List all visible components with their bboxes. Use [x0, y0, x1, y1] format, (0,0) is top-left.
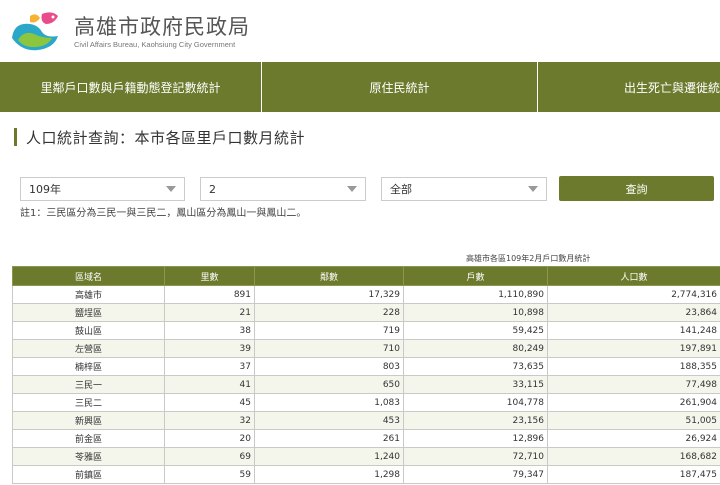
cell-district: 前金區 — [12, 429, 165, 448]
table-header-row: 區域名 里數 鄰數 戶數 人口數 — [12, 266, 720, 286]
cell-population: 23,864 — [547, 303, 720, 322]
cell-households: 59,425 — [403, 321, 548, 340]
year-select-value: 109年 — [29, 183, 61, 196]
cell-households: 104,778 — [403, 393, 548, 412]
cell-villages: 32 — [164, 411, 255, 430]
cell-population: 188,355 — [547, 357, 720, 376]
table-caption: 高雄市各區109年2月戶口數月統計 — [466, 254, 591, 263]
cell-neighborhoods: 453 — [254, 411, 404, 430]
cell-villages: 20 — [164, 429, 255, 448]
cell-population: 168,682 — [547, 447, 720, 466]
cell-households: 10,898 — [403, 303, 548, 322]
cell-villages: 45 — [164, 393, 255, 412]
cell-households: 23,156 — [403, 411, 548, 430]
cell-district: 左營區 — [12, 339, 165, 358]
table-row: 左營區 39 710 80,249 197,891 — [12, 339, 720, 358]
nav-item-household-stats[interactable]: 里鄰戶口數與戶籍動態登記數統計 — [0, 62, 262, 112]
cell-villages: 41 — [164, 375, 255, 394]
table-row: 前鎮區 59 1,298 79,347 187,475 — [12, 465, 720, 484]
table-row: 三民一 41 650 33,115 77,498 — [12, 375, 720, 394]
cell-district: 高雄市 — [12, 285, 165, 304]
table-row: 高雄市 891 17,329 1,110,890 2,774,316 — [12, 285, 720, 304]
month-select-value: 2 — [209, 182, 216, 196]
table-row: 鼓山區 38 719 59,425 141,248 — [12, 321, 720, 340]
cell-villages: 38 — [164, 321, 255, 340]
table-row: 苓雅區 69 1,240 72,710 168,682 — [12, 447, 720, 466]
cell-population: 197,891 — [547, 339, 720, 358]
cell-district: 鹽埕區 — [12, 303, 165, 322]
cell-households: 1,110,890 — [403, 285, 548, 304]
nav-item-indigenous-stats[interactable]: 原住民統計 — [262, 62, 538, 112]
title-accent-bar — [14, 128, 17, 146]
cell-villages: 21 — [164, 303, 255, 322]
cell-district: 前鎮區 — [12, 465, 165, 484]
logo-icon[interactable] — [8, 8, 66, 54]
cell-households: 79,347 — [403, 465, 548, 484]
cell-neighborhoods: 650 — [254, 375, 404, 394]
header-population[interactable]: 人口數 — [547, 266, 720, 286]
cell-neighborhoods: 803 — [254, 357, 404, 376]
month-select[interactable]: 2 — [200, 177, 366, 201]
table-row: 三民二 45 1,083 104,778 261,904 — [12, 393, 720, 412]
cell-population: 77,498 — [547, 375, 720, 394]
district-select[interactable]: 全部 — [381, 177, 547, 201]
cell-population: 26,924 — [547, 429, 720, 448]
cell-population: 187,475 — [547, 465, 720, 484]
table-body: 高雄市 891 17,329 1,110,890 2,774,316 鹽埕區 21 228 10… — [12, 285, 720, 484]
household-stats-table: 區域名 里數 鄰數 戶數 人口數 高雄市 891 17,329 1,110,890 2,… — [12, 266, 720, 484]
cell-villages: 39 — [164, 339, 255, 358]
year-select[interactable]: 109年 — [20, 177, 185, 201]
cell-district: 三民二 — [12, 393, 165, 412]
site-subtitle: Civil Affairs Bureau, Kaohsiung City Gov… — [74, 40, 236, 49]
header-households[interactable]: 戶數 — [403, 266, 548, 286]
cell-district: 新興區 — [12, 411, 165, 430]
cell-households: 33,115 — [403, 375, 548, 394]
cell-villages: 59 — [164, 465, 255, 484]
main-nav: 里鄰戶口數與戶籍動態登記數統計 原住民統計 出生死亡與遷徙統計 — [0, 62, 720, 112]
header-district[interactable]: 區域名 — [12, 266, 165, 286]
table-row: 新興區 32 453 23,156 51,005 — [12, 411, 720, 430]
chevron-down-icon — [528, 186, 538, 192]
cell-neighborhoods: 719 — [254, 321, 404, 340]
table-row: 前金區 20 261 12,896 26,924 — [12, 429, 720, 448]
cell-neighborhoods: 1,298 — [254, 465, 404, 484]
cell-villages: 69 — [164, 447, 255, 466]
district-select-value: 全部 — [390, 183, 412, 196]
table-row: 楠梓區 37 803 73,635 188,355 — [12, 357, 720, 376]
cell-neighborhoods: 261 — [254, 429, 404, 448]
site-title[interactable]: 高雄市政府民政局 — [74, 11, 250, 41]
cell-neighborhoods: 1,240 — [254, 447, 404, 466]
header-neighborhoods[interactable]: 鄰數 — [254, 266, 404, 286]
chevron-down-icon — [347, 186, 357, 192]
cell-neighborhoods: 228 — [254, 303, 404, 322]
cell-neighborhoods: 1,083 — [254, 393, 404, 412]
table-row: 鹽埕區 21 228 10,898 23,864 — [12, 303, 720, 322]
page-title-text: 人口統計查詢：本市各區里戶口數月統計 — [26, 128, 306, 147]
query-button[interactable]: 查詢 — [559, 176, 714, 201]
cell-households: 80,249 — [403, 339, 548, 358]
chevron-down-icon — [166, 186, 176, 192]
cell-households: 12,896 — [403, 429, 548, 448]
cell-neighborhoods: 17,329 — [254, 285, 404, 304]
cell-district: 鼓山區 — [12, 321, 165, 340]
nav-item-birth-death-migration[interactable]: 出生死亡與遷徙統計 — [538, 62, 720, 112]
cell-district: 苓雅區 — [12, 447, 165, 466]
header-villages[interactable]: 里數 — [164, 266, 255, 286]
cell-villages: 891 — [164, 285, 255, 304]
district-note: 註1：三民區分為三民一與三民二，鳳山區分為鳳山一與鳳山二。 — [20, 208, 307, 219]
cell-households: 73,635 — [403, 357, 548, 376]
cell-population: 51,005 — [547, 411, 720, 430]
cell-neighborhoods: 710 — [254, 339, 404, 358]
site-header: 高雄市政府民政局 Civil Affairs Bureau, Kaohsiung… — [0, 0, 720, 62]
cell-district: 三民一 — [12, 375, 165, 394]
cell-villages: 37 — [164, 357, 255, 376]
cell-population: 141,248 — [547, 321, 720, 340]
cell-population: 2,774,316 — [547, 285, 720, 304]
page-title: 人口統計查詢：本市各區里戶口數月統計 — [14, 126, 305, 148]
cell-households: 72,710 — [403, 447, 548, 466]
cell-population: 261,904 — [547, 393, 720, 412]
cell-district: 楠梓區 — [12, 357, 165, 376]
